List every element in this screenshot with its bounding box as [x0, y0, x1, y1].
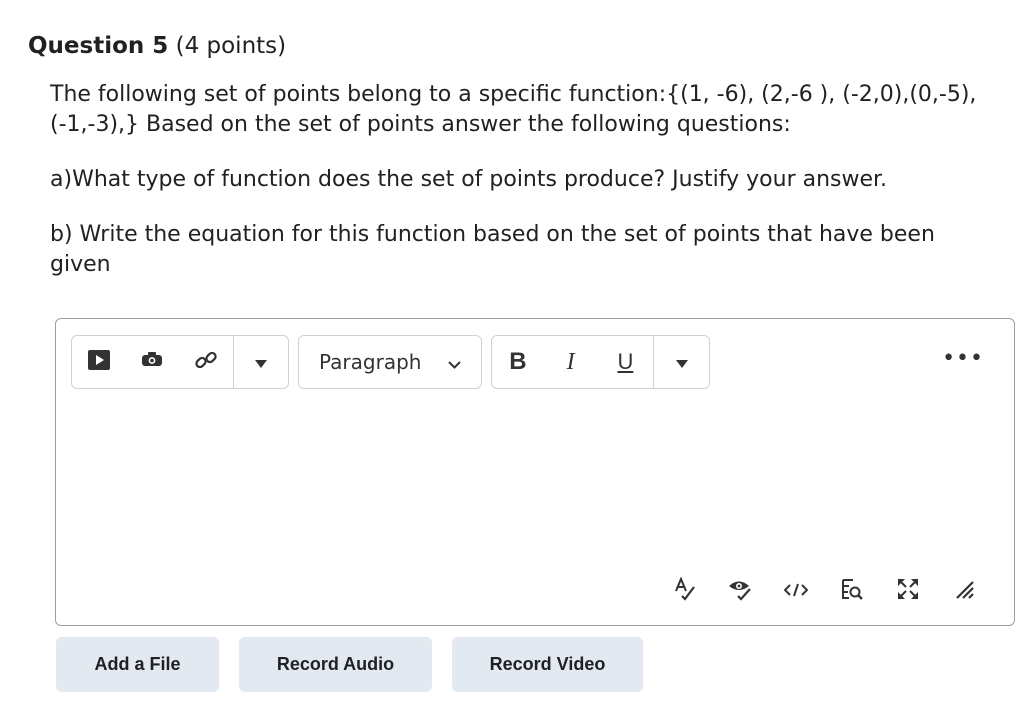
insert-equation-button[interactable] — [126, 336, 180, 388]
chevron-down-icon — [448, 350, 461, 374]
insert-link-icon — [194, 348, 218, 376]
record-video-button[interactable]: Record Video — [452, 637, 643, 692]
insert-more-dropdown[interactable] — [233, 336, 288, 388]
editor-content-area[interactable] — [71, 401, 999, 561]
paragraph-format-label: Paragraph — [319, 350, 422, 374]
question-part-b: b) Write the equation for this function … — [50, 222, 935, 277]
source-code-button[interactable] — [768, 582, 824, 601]
spellcheck-button[interactable] — [656, 576, 712, 605]
question-body: The following set of points belong to a … — [50, 80, 980, 280]
question-number: Question 5 — [28, 33, 169, 59]
paragraph-format-select[interactable]: Paragraph — [299, 336, 481, 388]
insert-stuff-icon — [87, 350, 110, 374]
dropdown-icon — [675, 353, 688, 372]
text-format-group: B I U — [491, 335, 710, 389]
preview-icon — [840, 577, 864, 605]
preview-button[interactable] — [824, 577, 880, 605]
resize-handle-icon — [953, 578, 975, 604]
source-code-icon — [783, 582, 809, 601]
fullscreen-icon — [896, 577, 920, 605]
record-audio-button[interactable]: Record Audio — [239, 637, 432, 692]
more-options-button[interactable]: ••• — [942, 348, 984, 370]
insert-link-button[interactable] — [179, 336, 233, 388]
spellcheck-icon — [672, 576, 696, 605]
insert-stuff-button[interactable] — [72, 336, 126, 388]
editor-status-toolbar — [656, 576, 992, 605]
question-points: (4 points) — [168, 33, 287, 59]
rich-text-editor[interactable]: Paragraph B I U ••• — [55, 318, 1015, 626]
format-more-dropdown[interactable] — [654, 336, 709, 388]
question-title: Question 5 (4 points) — [28, 30, 286, 62]
resize-handle[interactable] — [936, 578, 992, 604]
question-intro: The following set of points belong to a … — [50, 82, 977, 137]
equation-icon — [140, 352, 164, 372]
dropdown-icon — [254, 353, 267, 372]
bold-button[interactable]: B — [492, 336, 544, 388]
italic-button[interactable]: I — [544, 336, 598, 388]
underline-button[interactable]: U — [598, 336, 654, 388]
insert-toolbar-group — [71, 335, 289, 389]
add-file-button[interactable]: Add a File — [56, 637, 219, 692]
accessibility-check-icon — [727, 577, 753, 605]
question-part-a: a)What type of function does the set of … — [50, 167, 888, 192]
accessibility-check-button[interactable] — [712, 577, 768, 605]
fullscreen-button[interactable] — [880, 577, 936, 605]
block-format-group: Paragraph — [298, 335, 482, 389]
